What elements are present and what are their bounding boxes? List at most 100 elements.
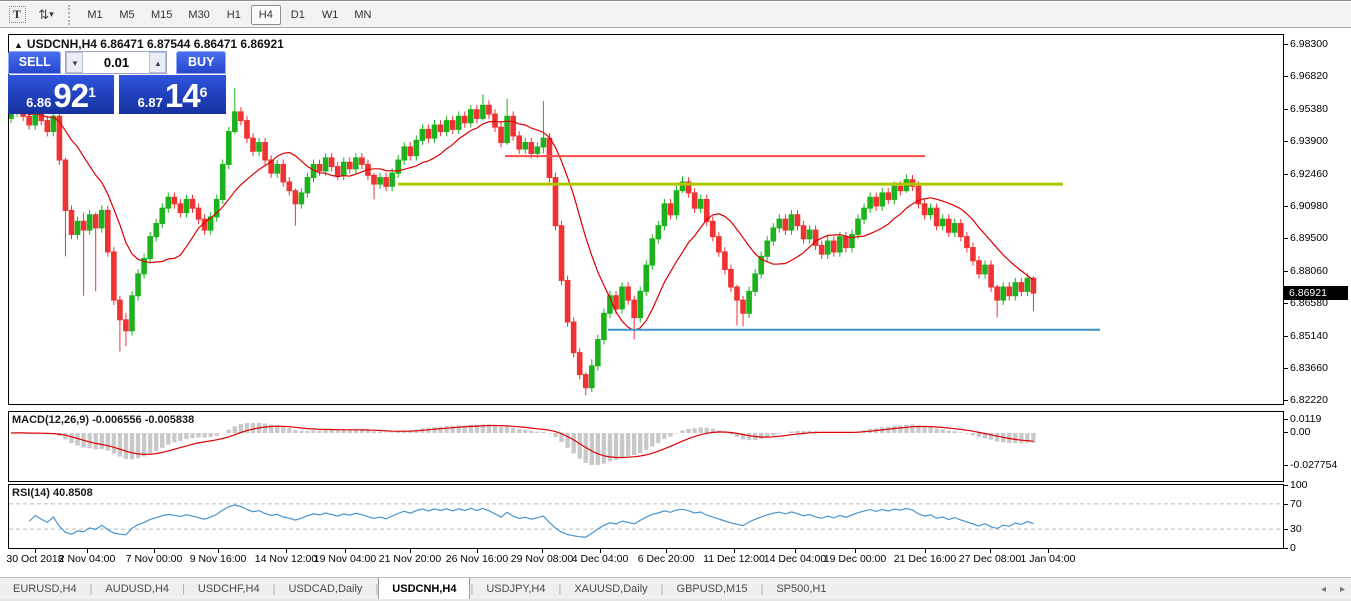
price-axis-tick [1284,336,1288,337]
rsi-pane[interactable] [8,484,1284,549]
price-axis-label: 6.90980 [1290,200,1328,212]
price-axis-tick [1284,303,1288,304]
symbol-tab-xauusd[interactable]: XAUUSD,Daily [561,578,660,599]
symbol-tab-bar: EURUSD,H4|AUDUSD,H4|USDCHF,H4|USDCAD,Dai… [0,577,1351,599]
timeframe-button-m5[interactable]: M5 [112,5,142,25]
price-axis-label: 6.98300 [1290,38,1328,50]
symbol-tab-eurusd[interactable]: EURUSD,H4 [0,578,90,599]
symbol-tab-sp500[interactable]: SP500,H1 [763,578,839,599]
macd-axis-label: -0.027754 [1290,459,1337,471]
timeframe-button-h4[interactable]: H4 [251,5,281,25]
dropdown-caret-icon: ▾ [49,9,54,20]
price-axis-label: 6.83660 [1290,362,1328,374]
time-axis-label: 19 Nov 04:00 [314,553,376,565]
price-axis-tick [1284,174,1288,175]
price-axis-label: 6.93900 [1290,135,1328,147]
time-axis-label: 4 Dec 04:00 [572,553,629,565]
sell-price-big: 92 [53,81,88,111]
macd-axis-tick [1284,419,1288,420]
price-axis-label: 6.85140 [1290,330,1328,342]
rsi-axis-tick [1284,529,1288,530]
price-axis-tick [1284,238,1288,239]
sell-button[interactable]: SELL [8,51,61,74]
buy-price-small: 6.87 [138,95,163,111]
rsi-chart[interactable] [9,485,1283,548]
tabs-scroll-right-icon[interactable]: ▸ [1340,584,1345,595]
symbol-tab-audusd[interactable]: AUDUSD,H4 [92,578,182,599]
volume-increase-button[interactable]: ▲ [149,52,166,73]
price-axis-tick [1284,271,1288,272]
timeframe-button-m15[interactable]: M15 [144,5,179,25]
timeframe-button-m1[interactable]: M1 [80,5,110,25]
rsi-axis-tick [1284,485,1288,486]
chart-area: ▲ USDCNH,H4 6.86471 6.87544 6.86471 6.869… [0,28,1351,577]
time-axis-label: 11 Dec 12:00 [703,553,765,565]
time-axis-label: 21 Nov 20:00 [379,553,441,565]
chart-title: ▲ USDCNH,H4 6.86471 6.87544 6.86471 6.869… [14,37,284,51]
price-axis-tick [1284,141,1288,142]
macd-indicator-label: MACD(12,26,9) -0.006556 -0.005838 [12,414,194,426]
macd-axis-tick [1284,432,1288,433]
tabs-scroll-left-icon[interactable]: ◂ [1321,584,1326,595]
timeframe-button-w1[interactable]: W1 [315,5,346,25]
price-axis-tick [1284,206,1288,207]
time-axis-label: 1 Jan 04:00 [1021,553,1076,565]
time-axis-label: 14 Nov 12:00 [255,553,317,565]
collapse-triangle-icon[interactable]: ▲ [14,40,23,50]
rsi-indicator-label: RSI(14) 40.8508 [12,487,93,499]
price-axis-label: 6.89500 [1290,232,1328,244]
buy-price-display[interactable]: 6.87 14 6 [119,75,226,114]
price-axis-tick [1284,109,1288,110]
volume-input[interactable] [83,52,149,73]
price-axis-tick [1284,368,1288,369]
terminal-window: T ⇅ ▾ M1M5M15M30H1H4D1W1MN ▲ USDCNH,H4 6.… [0,0,1351,601]
styler-arrows-icon[interactable]: ⇅ ▾ [34,5,58,25]
timeframe-button-h1[interactable]: H1 [219,5,249,25]
symbol-tab-usdcad[interactable]: USDCAD,Daily [275,578,375,599]
rsi-axis-tick [1284,504,1288,505]
price-axis-tick [1284,44,1288,45]
rsi-axis-label: 100 [1290,479,1308,491]
timeframe-buttons: M1M5M15M30H1H4D1W1MN [79,5,379,25]
price-axis-tick [1284,76,1288,77]
buy-price-sup: 6 [200,77,208,107]
time-axis-label: 26 Nov 16:00 [446,553,508,565]
price-axis-tick [1284,400,1288,401]
symbol-tab-usdjpy[interactable]: USDJPY,H4 [473,578,558,599]
ohlc-values: 6.86471 6.87544 6.86471 6.86921 [100,37,284,51]
rsi-axis-label: 70 [1290,498,1302,510]
rsi-axis-label: 0 [1290,542,1296,554]
symbol-tab-usdchf[interactable]: USDCHF,H4 [185,578,273,599]
macd-chart[interactable] [9,412,1283,481]
time-axis-label: 19 Dec 00:00 [824,553,886,565]
buy-button[interactable]: BUY [176,51,226,74]
time-axis-label: 27 Dec 08:00 [959,553,1021,565]
current-price-tag: 6.86921 [1284,286,1348,300]
price-axis-label: 6.82220 [1290,394,1328,406]
timeframe-button-m30[interactable]: M30 [181,5,216,25]
price-axis-label: 6.88060 [1290,265,1328,277]
time-axis-label: 6 Dec 20:00 [638,553,695,565]
sell-price-sup: 1 [88,77,96,107]
time-axis-label: 14 Dec 04:00 [764,553,826,565]
symbol-tab-usdcnh[interactable]: USDCNH,H4 [378,578,470,599]
time-axis-label: 7 Nov 00:00 [126,553,183,565]
sell-price-display[interactable]: 6.86 92 1 [8,75,114,114]
timeframe-button-mn[interactable]: MN [347,5,378,25]
top-toolbar: T ⇅ ▾ M1M5M15M30H1H4D1W1MN [0,2,1351,28]
toolbar-grip [68,5,73,25]
macd-axis-label: 0.0119 [1290,413,1321,425]
macd-axis-tick [1284,465,1288,466]
one-click-trading-panel: SELL ▼ ▲ BUY 6.86 92 1 6.87 14 6 [8,51,226,115]
styler-glyph: ⇅ [38,7,47,23]
time-axis-label: 30 Oct 2018 [6,553,63,565]
text-label-tool-icon[interactable]: T [5,5,29,25]
timeframe-button-d1[interactable]: D1 [283,5,313,25]
symbol-label: USDCNH,H4 [27,37,97,51]
time-axis-label: 9 Nov 16:00 [190,553,247,565]
macd-pane[interactable] [8,411,1284,482]
rsi-axis-label: 30 [1290,523,1302,535]
symbol-tab-gbpusd[interactable]: GBPUSD,M15 [664,578,761,599]
volume-decrease-button[interactable]: ▼ [66,52,83,73]
sell-price-small: 6.86 [26,95,51,111]
